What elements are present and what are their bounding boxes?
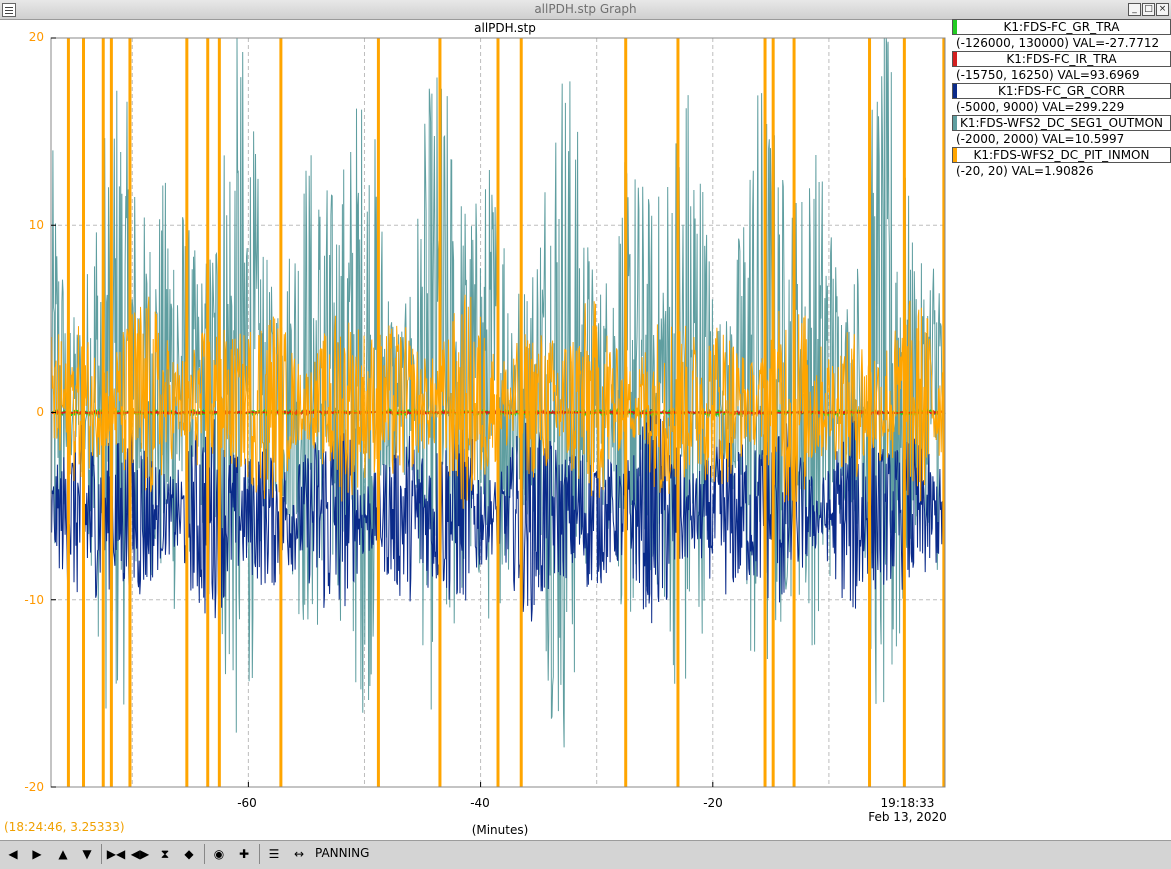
time-label: 19:18:33 Feb 13, 2020: [860, 796, 955, 824]
legend-swatch: [953, 20, 957, 34]
cursor-readout: (18:24:46, 3.25333): [4, 820, 125, 834]
y-tick-label: 10: [28, 218, 44, 232]
legend-channel-name: K1:FDS-FC_GR_TRA: [1003, 20, 1120, 34]
legend-swatch: [953, 84, 957, 98]
legend-swatch: [953, 116, 957, 130]
legend-swatch: [953, 148, 957, 162]
zoom-out-x-icon[interactable]: ◀▶: [129, 844, 151, 864]
legend-channel-name: K1:FDS-WFS2_DC_SEG1_OUTMON: [959, 116, 1164, 130]
plot-area[interactable]: [0, 20, 950, 802]
legend-entry[interactable]: K1:FDS-FC_IR_TRA (-15750, 16250) VAL=93.…: [950, 51, 1171, 83]
y-tick-label: 20: [28, 30, 44, 44]
fit-icon[interactable]: ☰: [263, 844, 285, 864]
x-tick-label: -20: [703, 796, 723, 810]
y-tick-label: 0: [36, 405, 44, 419]
y-tick-label: -10: [24, 593, 44, 607]
zoom-in-x-icon[interactable]: ▶◀: [105, 844, 127, 864]
close-icon[interactable]: ×: [1156, 3, 1169, 16]
legend-range-value: (-2000, 2000) VAL=10.5997: [956, 132, 1125, 146]
window-titlebar[interactable]: allPDH.stp Graph _ □ ×: [0, 0, 1171, 20]
toolbar: ◀ ▶ ▲ ▼ ▶◀ ◀▶ ⧗ ◆ ◉ ✚ ☰ ↔ PANNING: [0, 840, 1171, 869]
scroll-up-icon[interactable]: ▲: [52, 844, 74, 864]
legend-range-value: (-5000, 9000) VAL=299.229: [956, 100, 1125, 114]
window-title: allPDH.stp Graph: [534, 2, 637, 16]
minimize-icon[interactable]: _: [1128, 3, 1141, 16]
scroll-left-icon[interactable]: ◀: [2, 844, 24, 864]
reset-view-icon[interactable]: ◉: [208, 844, 230, 864]
legend-range-value: (-15750, 16250) VAL=93.6969: [956, 68, 1140, 82]
legend-channel-name: K1:FDS-FC_GR_CORR: [997, 84, 1126, 98]
scroll-right-icon[interactable]: ▶: [26, 844, 48, 864]
legend-channel-name: K1:FDS-FC_IR_TRA: [1006, 52, 1117, 66]
legend-entry[interactable]: K1:FDS-WFS2_DC_SEG1_OUTMON (-2000, 2000)…: [950, 115, 1171, 147]
legend-range-value: (-20, 20) VAL=1.90826: [956, 164, 1094, 178]
legend: K1:FDS-FC_GR_TRA (-126000, 130000) VAL=-…: [950, 19, 1171, 179]
legend-entry[interactable]: K1:FDS-FC_GR_CORR (-5000, 9000) VAL=299.…: [950, 83, 1171, 115]
legend-range-value: (-126000, 130000) VAL=-27.7712: [956, 36, 1160, 50]
zoom-in-y-icon[interactable]: ⧗: [154, 844, 176, 864]
legend-channel-name: K1:FDS-WFS2_DC_PIT_INMON: [973, 148, 1150, 162]
maximize-icon[interactable]: □: [1142, 3, 1155, 16]
legend-entry[interactable]: K1:FDS-FC_GR_TRA (-126000, 130000) VAL=-…: [950, 19, 1171, 51]
end-date: Feb 13, 2020: [868, 810, 947, 824]
x-tick-label: -40: [470, 796, 490, 810]
pan-icon[interactable]: ↔: [288, 844, 310, 864]
crosshair-icon[interactable]: ✚: [233, 844, 255, 864]
legend-entry[interactable]: K1:FDS-WFS2_DC_PIT_INMON (-20, 20) VAL=1…: [950, 147, 1171, 179]
scroll-down-icon[interactable]: ▼: [76, 844, 98, 864]
x-tick-label: -60: [237, 796, 257, 810]
legend-swatch: [953, 52, 957, 66]
zoom-out-y-icon[interactable]: ◆: [178, 844, 200, 864]
y-tick-label: -20: [24, 780, 44, 794]
mode-label: PANNING: [315, 846, 370, 860]
x-axis-title: (Minutes): [471, 823, 529, 837]
end-time: 19:18:33: [880, 796, 935, 810]
